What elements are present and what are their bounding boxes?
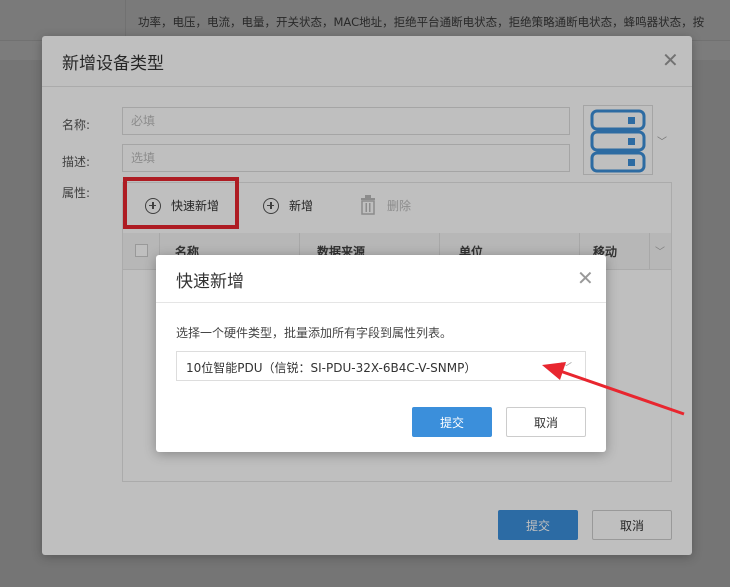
submit-button[interactable]: 提交 [412, 407, 492, 437]
close-icon[interactable]: ✕ [577, 268, 594, 288]
dialog-description: 选择一个硬件类型，批量添加所有字段到属性列表。 [176, 326, 453, 340]
chevron-down-icon: ﹀ [561, 361, 572, 374]
hardware-type-select[interactable]: 10位智能PDU（信锐：SI-PDU-32X-6B4C-V-SNMP） ﹀ [176, 351, 586, 381]
cancel-button[interactable]: 取消 [506, 407, 586, 437]
hardware-type-value: 10位智能PDU（信锐：SI-PDU-32X-6B4C-V-SNMP） [186, 361, 477, 375]
dialog-header: 快速新增 ✕ [156, 255, 606, 303]
dialog-title: 快速新增 [176, 272, 244, 292]
quick-add-dialog: 快速新增 ✕ 选择一个硬件类型，批量添加所有字段到属性列表。 10位智能PDU（… [156, 255, 606, 452]
